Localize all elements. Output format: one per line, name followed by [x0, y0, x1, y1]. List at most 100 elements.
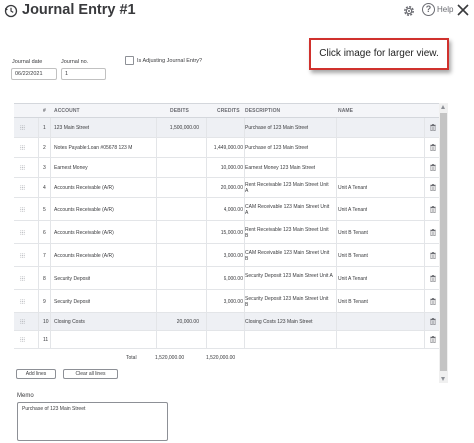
table-header: # ACCOUNT DEBITS CREDITS DESCRIPTION NAM…: [14, 104, 440, 118]
name-cell: Unit B Tenant: [338, 230, 368, 236]
clear-all-lines-button[interactable]: Clear all lines: [63, 369, 118, 379]
scrollbar-thumb[interactable]: [440, 113, 447, 371]
description-cell: CAM Receivable 123 Main Street Unit A: [245, 204, 330, 216]
drag-handle-icon[interactable]: [20, 230, 25, 235]
drag-handle-icon[interactable]: [20, 165, 25, 170]
scroll-down-icon[interactable]: [441, 377, 445, 381]
account-cell: Security Deposit: [54, 276, 91, 282]
table-row[interactable]: 10 Closing Costs 20,000.00 Closing Costs 12…: [14, 313, 440, 331]
account-cell: Closing Costs: [54, 319, 85, 325]
account-cell: Security Deposit: [54, 299, 91, 305]
adjusting-entry-label: Is Adjusting Journal Entry?: [137, 58, 203, 64]
name-cell: Unit A Tenant: [338, 185, 368, 191]
total-label: Total: [126, 355, 137, 361]
total-credits: 1,520,000.00: [206, 355, 236, 361]
debit-cell: 20,000.00: [176, 319, 199, 325]
table-row[interactable]: 6 Accounts Receivable (A/R) 15,000.00 Rent …: [14, 221, 440, 244]
row-number: 5: [43, 207, 46, 213]
trash-icon[interactable]: [430, 144, 436, 151]
description-cell: Closing Costs 123 Main Street: [245, 319, 313, 325]
column-divider: [336, 118, 337, 349]
description-cell: CAM Receivable 123 Main Street Unit B: [245, 250, 330, 262]
description-cell: Rent Receivable 123 Main Street Unit B: [245, 227, 329, 239]
drag-handle-icon[interactable]: [20, 337, 25, 342]
row-number: 4: [43, 185, 46, 191]
credit-cell: 1,449,000.00: [213, 145, 243, 151]
account-cell: 123 Main Street: [54, 125, 90, 131]
close-icon[interactable]: [456, 3, 470, 17]
memo-field[interactable]: Purchase of 123 Main Street: [17, 402, 168, 441]
trash-icon[interactable]: [430, 336, 436, 343]
journal-date-field[interactable]: 06/22/2021: [11, 68, 57, 80]
trash-icon[interactable]: [430, 318, 436, 325]
column-divider: [424, 118, 425, 349]
col-header-num: #: [43, 108, 46, 114]
drag-handle-icon[interactable]: [20, 319, 25, 324]
header-bar: Journal Entry #1 ? Help: [0, 0, 474, 24]
drag-handle-icon[interactable]: [20, 299, 25, 304]
table-row[interactable]: 9 Security Deposit 3,000.00 Security Deposi…: [14, 290, 440, 313]
credit-cell: 4,000.00: [223, 207, 243, 213]
column-divider: [244, 118, 245, 349]
description-cell: Rent Receivable 123 Main Street Unit A: [245, 182, 329, 194]
table-row[interactable]: 8 Security Deposit 6,000.00 Security Deposi…: [14, 267, 440, 290]
name-cell: Unit B Tenant: [338, 299, 368, 305]
larger-view-callout[interactable]: Click image for larger view.: [309, 38, 449, 70]
description-cell: Security Deposit 123 Main Street Unit A: [245, 273, 333, 279]
adjusting-entry-checkbox[interactable]: [125, 56, 134, 65]
trash-icon[interactable]: [430, 164, 436, 171]
trash-icon[interactable]: [430, 206, 436, 213]
account-cell: Notes Payable:Loan #05678 123 M: [54, 145, 133, 151]
table-row[interactable]: 5 Accounts Receivable (A/R) 4,000.00 CAM Re…: [14, 198, 440, 221]
table-row[interactable]: 7 Accounts Receivable (A/R) 3,000.00 CAM Re…: [14, 244, 440, 267]
journal-date-label: Journal date: [12, 59, 43, 65]
add-lines-button[interactable]: Add lines: [16, 369, 56, 379]
credit-cell: 20,000.00: [220, 185, 243, 191]
help-link[interactable]: Help: [437, 5, 453, 14]
drag-handle-icon[interactable]: [20, 276, 25, 281]
description-cell: Purchase of 123 Main Street: [245, 145, 309, 151]
account-cell: Accounts Receivable (A/R): [54, 185, 114, 191]
table-row[interactable]: 11: [14, 331, 440, 349]
drag-handle-icon[interactable]: [20, 145, 25, 150]
history-icon[interactable]: [4, 4, 18, 18]
col-header-credits: CREDITS: [217, 108, 240, 114]
trash-icon[interactable]: [430, 124, 436, 131]
table-row[interactable]: 1 123 Main Street 1,500,000.00 Purchase of …: [14, 118, 440, 138]
page-title: Journal Entry #1: [22, 2, 136, 18]
name-cell: Unit A Tenant: [338, 276, 368, 282]
column-divider: [206, 118, 207, 349]
drag-handle-icon[interactable]: [20, 185, 25, 190]
memo-label: Memo: [17, 393, 34, 399]
journal-no-field[interactable]: 1: [61, 68, 106, 80]
scroll-up-icon[interactable]: [441, 105, 445, 109]
trash-icon[interactable]: [430, 184, 436, 191]
gear-icon[interactable]: [402, 4, 416, 18]
name-cell: Unit B Tenant: [338, 253, 368, 259]
table-row[interactable]: 2 Notes Payable:Loan #05678 123 M 1,449,00…: [14, 138, 440, 158]
drag-handle-icon[interactable]: [20, 253, 25, 258]
row-number: 9: [43, 299, 46, 305]
row-number: 10: [43, 319, 49, 325]
table-row[interactable]: 4 Accounts Receivable (A/R) 20,000.00 Rent …: [14, 178, 440, 198]
help-icon[interactable]: ?: [422, 3, 435, 16]
description-cell: Earnest Money 123 Main Street: [245, 165, 316, 171]
account-cell: Earnest Money: [54, 165, 88, 171]
credit-cell: 3,000.00: [223, 299, 243, 305]
total-debits: 1,520,000.00: [155, 355, 185, 361]
drag-handle-icon[interactable]: [20, 207, 25, 212]
vertical-scrollbar[interactable]: [439, 103, 448, 383]
credit-cell: 15,000.00: [220, 230, 243, 236]
drag-handle-icon[interactable]: [20, 125, 25, 130]
trash-icon[interactable]: [430, 275, 436, 282]
row-number: 2: [43, 145, 46, 151]
table-row[interactable]: 3 Earnest Money 10,000.00 Earnest Money 123…: [14, 158, 440, 178]
credit-cell: 10,000.00: [220, 165, 243, 171]
trash-icon[interactable]: [430, 252, 436, 259]
trash-icon[interactable]: [430, 229, 436, 236]
column-divider: [50, 118, 51, 349]
row-number: 3: [43, 165, 46, 171]
account-cell: Accounts Receivable (A/R): [54, 253, 114, 259]
trash-icon[interactable]: [430, 298, 436, 305]
row-number: 7: [43, 253, 46, 259]
